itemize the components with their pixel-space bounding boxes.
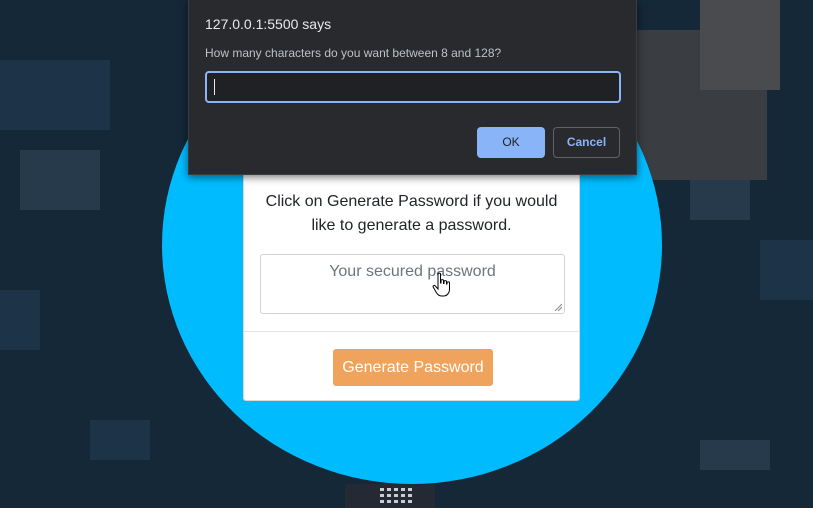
ok-button[interactable]: OK	[477, 127, 545, 158]
background-pixel-block	[760, 240, 813, 300]
background-pixel-block	[90, 420, 150, 460]
background-pixel-block	[700, 440, 770, 470]
dialog-message: How many characters do you want between …	[205, 46, 502, 60]
card-divider	[244, 331, 579, 332]
background-pixel-block	[650, 90, 740, 150]
hand-pointer-icon	[432, 272, 450, 297]
text-caret	[214, 79, 215, 95]
generate-password-button[interactable]: Generate Password	[333, 349, 493, 386]
prompt-dialog: 127.0.0.1:5500 says How many characters …	[188, 0, 637, 175]
background-pixel-block	[700, 0, 780, 90]
password-placeholder: Your secured password	[329, 263, 496, 280]
dialog-title: 127.0.0.1:5500 says	[205, 16, 332, 32]
cancel-button[interactable]: Cancel	[553, 127, 620, 158]
character-count-input[interactable]	[205, 71, 621, 103]
password-card: Click on Generate Password if you would …	[243, 172, 580, 401]
password-textarea[interactable]: Your secured password	[260, 254, 565, 314]
card-instruction: Click on Generate Password if you would …	[265, 193, 558, 234]
resize-grip-icon[interactable]	[554, 303, 562, 311]
keyboard-image	[345, 484, 435, 508]
background-pixel-block	[690, 180, 750, 220]
background-pixel-block	[20, 150, 100, 210]
background-pixel-block	[0, 290, 40, 350]
background-pixel-block	[0, 60, 110, 130]
